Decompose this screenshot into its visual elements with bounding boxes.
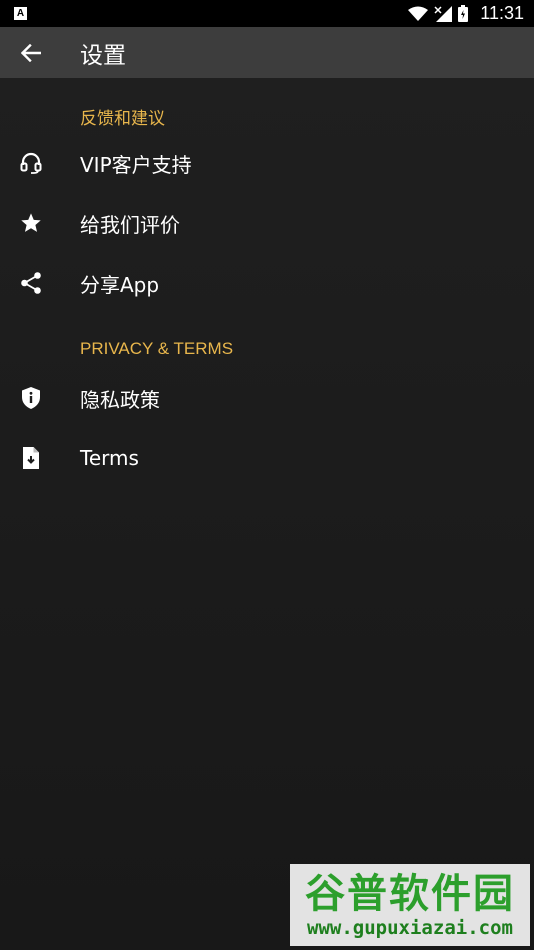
wifi-icon xyxy=(408,6,429,21)
shield-info-icon xyxy=(22,387,40,409)
cell-signal-icon xyxy=(434,5,453,22)
settings-item-vip-support[interactable]: VIP客户支持 xyxy=(0,134,534,192)
settings-item-privacy-policy[interactable]: 隐私政策 xyxy=(0,369,534,427)
settings-item-label: VIP客户支持 xyxy=(80,152,192,177)
headset-icon xyxy=(20,152,42,174)
watermark-url: www.gupuxiazai.com xyxy=(307,917,513,939)
app-notification-icon: A xyxy=(14,7,27,20)
section-header-feedback: 反馈和建议 xyxy=(80,109,165,128)
page-title: 设置 xyxy=(80,42,126,69)
status-bar: A 11:31 xyxy=(0,0,534,27)
document-icon xyxy=(23,447,39,469)
battery-icon xyxy=(458,5,469,22)
settings-item-terms[interactable]: Terms xyxy=(0,429,534,487)
back-button[interactable] xyxy=(0,27,62,78)
settings-item-label: 分享App xyxy=(80,272,160,297)
star-icon xyxy=(21,213,41,232)
settings-item-label: 给我们评价 xyxy=(80,212,180,237)
app-bar: 设置 xyxy=(0,27,534,78)
settings-item-label: Terms xyxy=(80,446,139,470)
section-header-privacy-terms: PRIVACY & TERMS xyxy=(80,339,234,358)
settings-item-share-app[interactable]: 分享App xyxy=(0,254,534,312)
settings-item-label: 隐私政策 xyxy=(80,387,160,412)
arrow-left-icon xyxy=(21,43,41,62)
settings-item-rate-us[interactable]: 给我们评价 xyxy=(0,194,534,252)
watermark-title: 谷普软件园 xyxy=(305,871,515,917)
status-time: 11:31 xyxy=(480,3,524,23)
settings-list: 反馈和建议 VIP客户支持 给我们评价 分享App PRIVACY & TERM… xyxy=(0,78,534,950)
watermark: 谷普软件园 www.gupuxiazai.com xyxy=(290,864,530,946)
share-icon xyxy=(21,272,41,294)
